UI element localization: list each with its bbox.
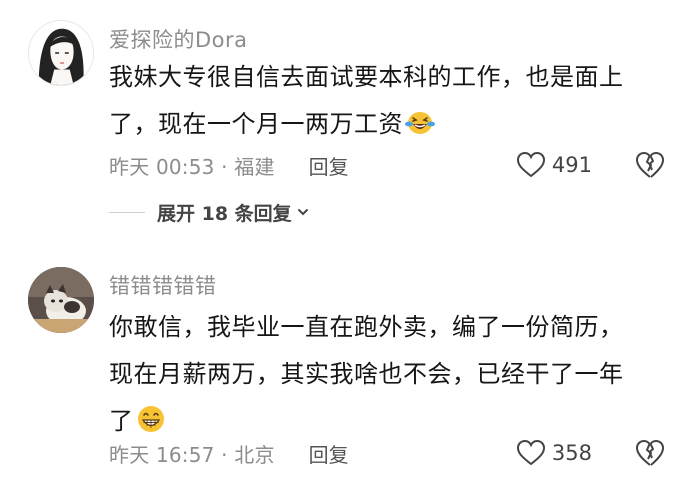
laughing-tears-icon	[405, 112, 435, 134]
comment-item: 爱探险的Dora 我妹大专很自信去面试要本科的工作，也是面上 了，现在一个月一两…	[0, 0, 690, 250]
username[interactable]: 爱探险的Dora	[109, 24, 248, 54]
heart-icon	[516, 151, 545, 178]
like-button[interactable]: 491	[516, 151, 592, 179]
comment-text-line: 你敢信，我毕业一直在跑外卖，编了一份简历，	[109, 313, 624, 341]
username[interactable]: 错错错错错	[109, 270, 217, 300]
broken-heart-icon[interactable]	[634, 150, 666, 180]
reply-button[interactable]: 回复	[309, 151, 349, 180]
avatar[interactable]	[28, 267, 94, 333]
avatar[interactable]	[28, 20, 94, 86]
comment-text-line: 我妹大专很自信去面试要本科的工作，也是面上	[109, 63, 624, 91]
comment-item: 错错错错错 你敢信，我毕业一直在跑外卖，编了一份简历， 现在月薪两万，其实我啥也…	[0, 258, 690, 478]
timestamp-location: 昨天 16:57 · 北京	[109, 442, 275, 467]
grinning-icon	[137, 406, 164, 432]
comment-meta: 昨天 16:57 · 北京 回复 358	[109, 436, 666, 470]
expand-replies-button[interactable]: 展开 18 条回复	[109, 198, 310, 226]
comment-text-segment: 了，现在一个月一两万工资	[109, 110, 403, 138]
comment-meta: 昨天 00:53 · 福建 回复 491	[109, 148, 666, 182]
expand-replies-label: 展开 18 条回复	[157, 202, 292, 225]
comment-text: 你敢信，我毕业一直在跑外卖，编了一份简历， 现在月薪两万，其实我啥也不会，已经干…	[109, 304, 669, 445]
comment-text-line: 了，现在一个月一两万工资	[109, 101, 669, 148]
comment-list: 爱探险的Dora 我妹大专很自信去面试要本科的工作，也是面上 了，现在一个月一两…	[0, 0, 690, 478]
comment-text: 我妹大专很自信去面试要本科的工作，也是面上 了，现在一个月一两万工资	[109, 54, 669, 148]
comment-text-line: 现在月薪两万，其实我啥也不会，已经干了一年	[109, 360, 624, 388]
like-button[interactable]: 358	[516, 439, 592, 467]
like-count: 358	[551, 441, 592, 465]
divider	[109, 211, 145, 213]
reply-button[interactable]: 回复	[309, 439, 349, 468]
chevron-down-icon	[297, 209, 308, 216]
broken-heart-icon[interactable]	[634, 438, 666, 468]
comment-text-segment: 了	[109, 407, 134, 435]
heart-icon	[516, 439, 545, 466]
like-count: 491	[551, 153, 592, 177]
timestamp-location: 昨天 00:53 · 福建	[109, 154, 275, 179]
